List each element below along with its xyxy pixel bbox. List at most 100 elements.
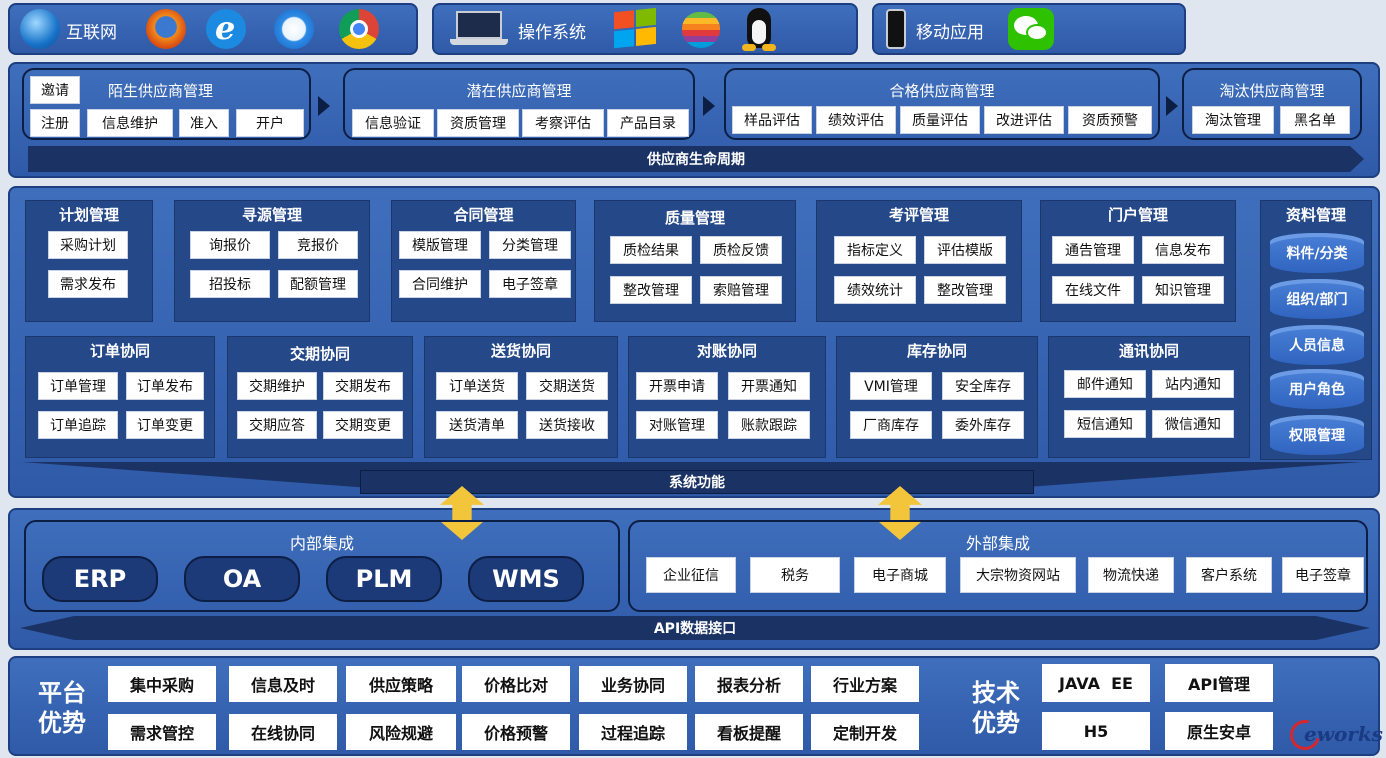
inspection-feedback-button[interactable]: 质检反馈 — [700, 236, 782, 264]
ship-receive-button[interactable]: 送货接收 — [526, 411, 608, 439]
admit-button[interactable]: 准入 — [179, 109, 229, 137]
info-publish-button[interactable]: 信息发布 — [1142, 236, 1224, 264]
date-publish-button[interactable]: 交期发布 — [323, 372, 403, 400]
org-dept-item[interactable]: 组织/部门 — [1270, 279, 1364, 319]
inspection-eval-button[interactable]: 考察评估 — [522, 109, 604, 137]
kanban-remind-button[interactable]: 看板提醒 — [695, 714, 803, 750]
native-android-button[interactable]: 原生安卓 — [1165, 712, 1273, 750]
eval-rectify-button[interactable]: 整改管理 — [924, 276, 1006, 304]
demand-publish-button[interactable]: 需求发布 — [48, 270, 128, 298]
process-track-button[interactable]: 过程追踪 — [579, 714, 687, 750]
quality-eval-button[interactable]: 质量评估 — [900, 106, 980, 134]
custom-dev-button[interactable]: 定制开发 — [811, 714, 919, 750]
reconcile-collab-title: 对账协同 — [696, 342, 757, 360]
template-mgmt-button[interactable]: 模版管理 — [399, 231, 481, 259]
vmi-mgmt-button[interactable]: VMI管理 — [850, 372, 932, 400]
sms-notice-button[interactable]: 短信通知 — [1064, 410, 1146, 438]
improve-eval-button[interactable]: 改进评估 — [984, 106, 1064, 134]
vendor-stock-button[interactable]: 厂商库存 — [850, 411, 932, 439]
e-signature-button[interactable]: 电子签章 — [489, 270, 571, 298]
permission-mgmt-item[interactable]: 权限管理 — [1270, 415, 1364, 455]
erp-pill[interactable]: ERP — [42, 556, 158, 602]
industry-solution-button[interactable]: 行业方案 — [811, 666, 919, 702]
inspection-result-button[interactable]: 质检结果 — [610, 236, 692, 264]
order-publish-button[interactable]: 订单发布 — [126, 372, 204, 400]
risk-avoid-button[interactable]: 风险规避 — [346, 714, 456, 750]
report-analysis-button[interactable]: 报表分析 — [695, 666, 803, 702]
tender-button[interactable]: 招投标 — [190, 270, 270, 298]
qualification-mgmt-button[interactable]: 资质管理 — [437, 109, 519, 137]
invite-button[interactable]: 邀请 — [30, 76, 80, 104]
wms-pill[interactable]: WMS — [468, 556, 584, 602]
logistics-button[interactable]: 物流快递 — [1088, 557, 1174, 593]
tax-button[interactable]: 税务 — [750, 557, 840, 593]
invoice-notice-button[interactable]: 开票通知 — [728, 372, 810, 400]
demand-control-button[interactable]: 需求管控 — [108, 714, 216, 750]
h5-button[interactable]: H5 — [1042, 712, 1150, 750]
open-account-button[interactable]: 开户 — [236, 109, 304, 137]
register-button[interactable]: 注册 — [30, 109, 80, 137]
safety-stock-button[interactable]: 安全库存 — [942, 372, 1024, 400]
category-mgmt-button[interactable]: 分类管理 — [489, 231, 571, 259]
credit-button[interactable]: 企业征信 — [646, 557, 736, 593]
site-notice-button[interactable]: 站内通知 — [1152, 370, 1234, 398]
claim-mgmt-button[interactable]: 索赔管理 — [700, 276, 782, 304]
supply-strategy-button[interactable]: 供应策略 — [346, 666, 456, 702]
blacklist-button[interactable]: 黑名单 — [1280, 106, 1350, 134]
wechat-notice-button[interactable]: 微信通知 — [1152, 410, 1234, 438]
order-change-button[interactable]: 订单变更 — [126, 411, 204, 439]
order-track-button[interactable]: 订单追踪 — [38, 411, 118, 439]
indicator-define-button[interactable]: 指标定义 — [834, 236, 916, 264]
contract-maintain-button[interactable]: 合同维护 — [399, 270, 481, 298]
user-role-item[interactable]: 用户角色 — [1270, 369, 1364, 409]
sample-eval-button[interactable]: 样品评估 — [732, 106, 812, 134]
order-ship-button[interactable]: 订单送货 — [436, 372, 518, 400]
online-collab-button[interactable]: 在线协同 — [229, 714, 337, 750]
oa-pill[interactable]: OA — [184, 556, 300, 602]
personnel-info-item[interactable]: 人员信息 — [1270, 325, 1364, 365]
bid-price-button[interactable]: 竞报价 — [278, 231, 358, 259]
customer-system-button[interactable]: 客户系统 — [1186, 557, 1272, 593]
qualification-warning-button[interactable]: 资质预警 — [1068, 106, 1152, 134]
order-mgmt-button[interactable]: 订单管理 — [38, 372, 118, 400]
notice-mgmt-button[interactable]: 通告管理 — [1052, 236, 1134, 264]
invoice-apply-button[interactable]: 开票申请 — [636, 372, 718, 400]
java-ee-button[interactable]: JAVA EE — [1042, 664, 1150, 702]
quota-mgmt-button[interactable]: 配额管理 — [278, 270, 358, 298]
outsource-stock-button[interactable]: 委外库存 — [942, 411, 1024, 439]
reconcile-mgmt-button[interactable]: 对账管理 — [636, 411, 718, 439]
ship-list-button[interactable]: 送货清单 — [436, 411, 518, 439]
date-reply-button[interactable]: 交期应答 — [237, 411, 317, 439]
timely-info-button[interactable]: 信息及时 — [229, 666, 337, 702]
date-change-button[interactable]: 交期变更 — [323, 411, 403, 439]
knowledge-mgmt-button[interactable]: 知识管理 — [1142, 276, 1224, 304]
api-mgmt-button[interactable]: API管理 — [1165, 664, 1273, 702]
product-catalog-button[interactable]: 产品目录 — [607, 109, 689, 137]
performance-eval-button[interactable]: 绩效评估 — [816, 106, 896, 134]
online-file-button[interactable]: 在线文件 — [1052, 276, 1134, 304]
e-mall-button[interactable]: 电子商城 — [854, 557, 946, 593]
purchase-plan-button[interactable]: 采购计划 — [48, 231, 128, 259]
info-verify-button[interactable]: 信息验证 — [352, 109, 434, 137]
central-purchase-button[interactable]: 集中采购 — [108, 666, 216, 702]
price-warning-button[interactable]: 价格预警 — [462, 714, 570, 750]
rectify-mgmt-button[interactable]: 整改管理 — [610, 276, 692, 304]
inquiry-button[interactable]: 询报价 — [190, 231, 270, 259]
payment-track-button[interactable]: 账款跟踪 — [728, 411, 810, 439]
plm-pill[interactable]: PLM — [326, 556, 442, 602]
safari-icon — [274, 9, 314, 49]
performance-stats-button[interactable]: 绩效统计 — [834, 276, 916, 304]
sourcing-mgmt-box: 寻源管理 — [174, 200, 370, 322]
eval-template-button[interactable]: 评估模版 — [924, 236, 1006, 264]
date-ship-button[interactable]: 交期送货 — [526, 372, 608, 400]
email-notice-button[interactable]: 邮件通知 — [1064, 370, 1146, 398]
price-compare-button[interactable]: 价格比对 — [462, 666, 570, 702]
ext-e-signature-button[interactable]: 电子签章 — [1282, 557, 1364, 593]
sourcing-mgmt-title: 寻源管理 — [241, 206, 302, 224]
date-maintain-button[interactable]: 交期维护 — [237, 372, 317, 400]
business-collab-button[interactable]: 业务协同 — [579, 666, 687, 702]
bulk-material-site-button[interactable]: 大宗物资网站 — [960, 557, 1076, 593]
material-category-item[interactable]: 料件/分类 — [1270, 233, 1364, 273]
elimination-mgmt-button[interactable]: 淘汰管理 — [1192, 106, 1274, 134]
info-maintain-button[interactable]: 信息维护 — [87, 109, 173, 137]
